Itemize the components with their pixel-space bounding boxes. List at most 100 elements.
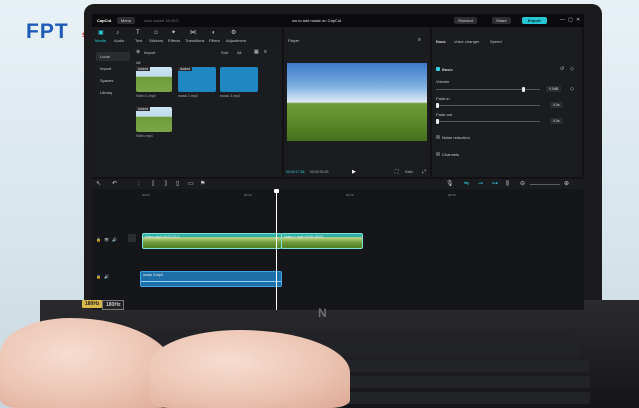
video-clip-label: Video.mp4 00:00:22:1: [145, 235, 180, 239]
media-item-video-1[interactable]: Added: [136, 67, 172, 92]
undo-icon[interactable]: ↶: [112, 181, 117, 187]
player-menu-icon[interactable]: ≡: [418, 37, 421, 43]
sidebar-item-local[interactable]: Local: [96, 52, 130, 61]
preview-axis-icon[interactable]: ⫼: [506, 181, 509, 187]
ruler-tick-10: 00:10: [244, 193, 252, 197]
tab-filters[interactable]: Filters: [209, 38, 220, 43]
player-total-time: 00:00:33:29: [310, 170, 329, 174]
fullscreen-fit-icon[interactable]: ⛶: [395, 169, 399, 175]
media-item-music-3[interactable]: [220, 67, 258, 92]
close-icon[interactable]: ✕: [576, 17, 580, 23]
zoom-in-icon[interactable]: ⊕: [564, 181, 569, 187]
filter-all-button[interactable]: All: [237, 50, 241, 55]
media-caption: music 2.mp3: [178, 94, 198, 98]
fade-in-slider[interactable]: [436, 105, 540, 106]
select-tool-icon[interactable]: ↖: [96, 181, 101, 187]
share-button[interactable]: Share: [492, 17, 511, 24]
marker-icon[interactable]: ⚑: [200, 181, 205, 187]
fade-in-value[interactable]: 0.0s: [550, 102, 563, 108]
delete-left-icon[interactable]: ⟦: [152, 181, 155, 187]
media-caption: Video 1.mp4: [136, 94, 156, 98]
media-item-music-2[interactable]: Added: [178, 67, 216, 92]
reset-icon[interactable]: ↺: [560, 66, 564, 72]
ratio-button[interactable]: Ratio: [405, 170, 413, 174]
track-mute-icon[interactable]: 🔊: [112, 237, 117, 243]
minimize-icon[interactable]: —: [560, 17, 565, 23]
audio-clip[interactable]: music 3.mp3: [140, 271, 282, 287]
shortcut-button[interactable]: Shortcut: [454, 17, 477, 24]
tab-audio[interactable]: Audio: [114, 38, 124, 43]
maximize-icon[interactable]: ▢: [568, 17, 573, 23]
volume-label: Volume: [436, 79, 450, 84]
audio-clip-label: music 3.mp3: [143, 273, 163, 277]
audio-track-lock-icon[interactable]: 🔒: [96, 274, 101, 280]
tab-stickers[interactable]: Stickers: [149, 38, 163, 43]
grid-view-icon[interactable]: ▦: [254, 49, 259, 55]
tab-media[interactable]: Media: [95, 38, 106, 43]
noise-reduction-label: Noise reduction: [442, 135, 470, 140]
main-track-magnet-icon[interactable]: ⇋: [464, 181, 469, 187]
audio-track-mute-icon[interactable]: 🔊: [104, 274, 109, 280]
toolbar-tabs: Media Audio Text Stickers Effects Transi…: [92, 27, 282, 45]
prop-tab-speed[interactable]: Speed: [490, 39, 502, 44]
fade-out-slider[interactable]: [436, 121, 540, 122]
ruler-tick-0: 00:00: [142, 193, 150, 197]
keyframe-icon[interactable]: ◇: [570, 66, 574, 72]
autosave-status: Auto saved 18:49:5: [144, 18, 179, 23]
adjustment-tab-icon: ⚙: [231, 30, 237, 36]
video-clip[interactable]: Video 1.mp4 00:00:18:03: [281, 233, 363, 249]
all-label: All: [136, 60, 141, 65]
sidebar-item-spaces[interactable]: Spaces: [96, 76, 117, 85]
zoom-slider[interactable]: [530, 184, 560, 185]
split-icon[interactable]: ⫶: [138, 181, 140, 187]
zoom-out-icon[interactable]: ⊖: [520, 181, 525, 187]
media-caption: Video.mp4: [136, 134, 153, 138]
volume-value[interactable]: 0.0dB: [546, 86, 562, 92]
playhead-handle[interactable]: [274, 189, 279, 193]
mic-icon[interactable]: 🎙: [446, 181, 454, 187]
audio-tab-icon: ♪: [116, 30, 119, 36]
tab-text[interactable]: Text: [135, 38, 142, 43]
document-title: ow to add music on CapCut: [292, 18, 342, 23]
noise-reduction-checkbox[interactable]: [436, 135, 440, 139]
fade-out-slider-knob[interactable]: [436, 119, 439, 124]
sidebar-item-library[interactable]: Library: [96, 88, 116, 97]
fade-out-value[interactable]: 0.0s: [550, 118, 563, 124]
timeline-toolbar: ↖ ↶ ⫶ ⟦ ⟧ ▯ ▭ ⚑ 🎙 ⇋ ⊸ ⊶ ⫼ ⊖ ⊕: [92, 179, 584, 189]
play-icon[interactable]: ▶: [352, 169, 356, 175]
tab-effects[interactable]: Effects: [168, 38, 180, 43]
delete-right-icon[interactable]: ⟧: [164, 181, 167, 187]
hz-sticker-left: 180Hz: [82, 300, 103, 308]
volume-slider-knob[interactable]: [521, 87, 525, 92]
added-badge: Added: [178, 67, 193, 71]
delete-icon[interactable]: ▯: [176, 181, 179, 187]
import-icon[interactable]: ⊕: [136, 49, 140, 55]
import-button[interactable]: Import: [144, 50, 155, 55]
media-item-video[interactable]: Added: [136, 107, 172, 132]
effects-tab-icon: ✦: [171, 30, 177, 36]
export-button[interactable]: Export: [522, 17, 547, 24]
prop-tab-basic[interactable]: Basic: [436, 39, 446, 44]
sidebar-item-import[interactable]: Import: [96, 64, 115, 73]
sort-button[interactable]: Sort: [221, 50, 228, 55]
prop-tab-voice-changer[interactable]: Voice changer: [454, 39, 479, 44]
basic-checkbox[interactable]: [436, 67, 440, 71]
list-view-icon[interactable]: ≡: [264, 49, 267, 55]
track-visibility-icon[interactable]: 👁: [104, 237, 109, 243]
fade-out-label: Fade-out: [436, 112, 453, 117]
channels-checkbox[interactable]: [436, 152, 440, 156]
cover-button[interactable]: [128, 234, 136, 242]
tab-transitions[interactable]: Transitions: [185, 38, 204, 43]
track-lock-icon[interactable]: 🔒: [96, 237, 101, 243]
expand-icon[interactable]: ⤢: [422, 169, 426, 175]
fade-in-slider-knob[interactable]: [436, 103, 439, 108]
timeline-playhead[interactable]: [276, 189, 277, 310]
tab-adjustment[interactable]: Adjustment: [226, 38, 246, 43]
menu-button[interactable]: Menu: [117, 17, 136, 24]
linkage-icon[interactable]: ⊶: [492, 181, 498, 187]
auto-snap-icon[interactable]: ⊸: [478, 181, 483, 187]
volume-keyframe-icon[interactable]: ◇: [570, 86, 574, 92]
video-clip[interactable]: Video.mp4 00:00:22:1: [142, 233, 282, 249]
freeze-icon[interactable]: ▭: [188, 181, 194, 187]
player-preview: [287, 63, 427, 141]
